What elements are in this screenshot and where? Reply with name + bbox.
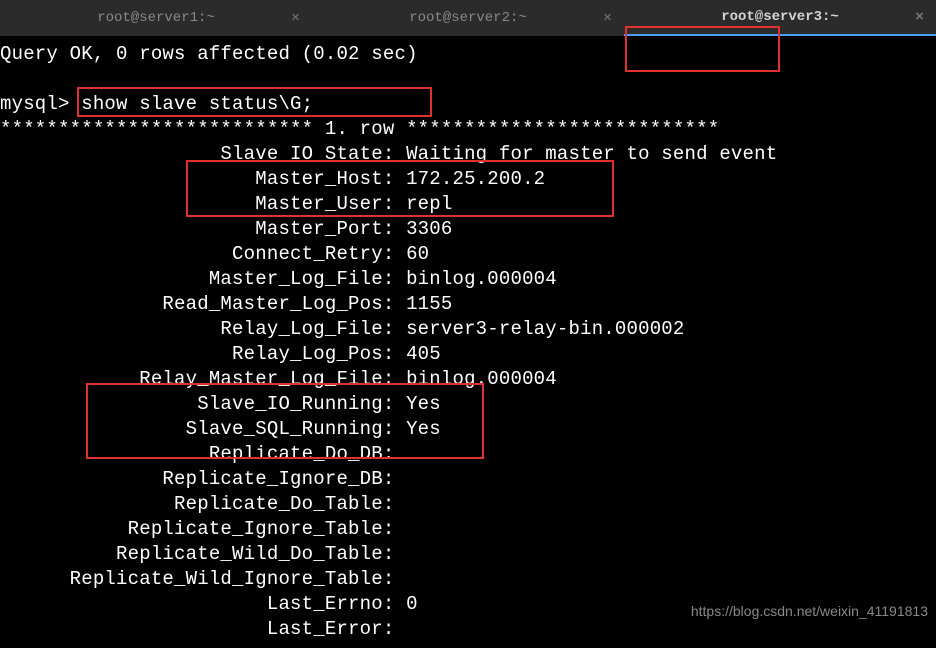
- terminal-output[interactable]: Query OK, 0 rows affected (0.02 sec) mys…: [0, 36, 936, 648]
- tab-title: root@server2:~: [312, 10, 624, 26]
- tab-server3[interactable]: root@server3:~ ×: [624, 0, 936, 36]
- tab-title: root@server3:~: [624, 9, 936, 25]
- close-icon[interactable]: ×: [603, 10, 612, 27]
- tab-title: root@server1:~: [0, 10, 312, 26]
- close-icon[interactable]: ×: [915, 9, 924, 26]
- close-icon[interactable]: ×: [291, 10, 300, 27]
- tab-server1[interactable]: root@server1:~ ×: [0, 0, 312, 36]
- tab-server2[interactable]: root@server2:~ ×: [312, 0, 624, 36]
- tab-bar: root@server1:~ × root@server2:~ × root@s…: [0, 0, 936, 36]
- watermark-text: https://blog.csdn.net/weixin_41191813: [691, 603, 928, 619]
